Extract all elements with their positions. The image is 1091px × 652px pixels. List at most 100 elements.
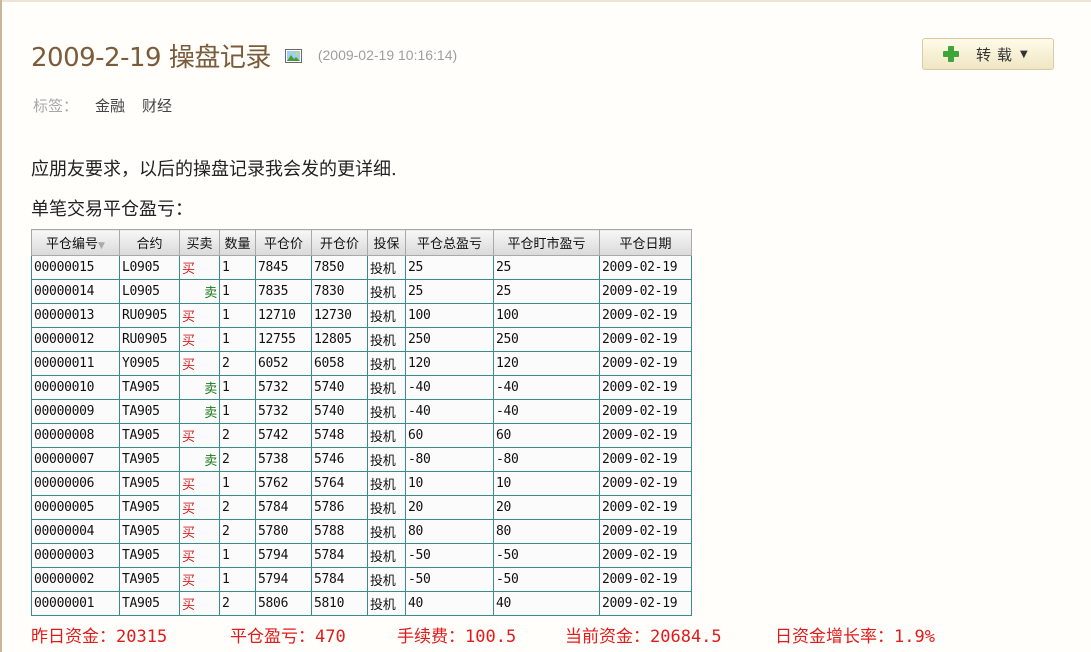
body-paragraph: 单笔交易平仓盈亏： (31, 199, 193, 220)
close-id-cell: 00000005 (31, 495, 120, 520)
hedge-cell: 投机 (367, 375, 406, 400)
plus-icon (942, 45, 960, 63)
mtm-pnl-cell: 120 (493, 351, 600, 376)
side-cell: 买 (179, 519, 220, 544)
hedge-cell: 投机 (367, 543, 406, 568)
column-header[interactable]: 买卖 (179, 229, 220, 256)
close-date-cell: 2009-02-19 (599, 519, 692, 544)
qty-cell: 1 (219, 327, 256, 352)
column-header[interactable]: 合约 (119, 229, 180, 256)
side-cell: 买 (179, 327, 220, 352)
open-price-cell: 5748 (311, 423, 368, 448)
close-date-cell: 2009-02-19 (599, 591, 692, 616)
mtm-pnl-cell: 10 (493, 471, 600, 496)
qty-cell: 2 (219, 351, 256, 376)
summary-growth-rate: 日资金增长率：1.9% (775, 627, 935, 647)
close-price-cell: 7835 (255, 279, 312, 304)
contract-cell: TA905 (119, 567, 180, 592)
close-id-cell: 00000010 (31, 375, 120, 400)
column-header[interactable]: 数量 (219, 229, 256, 256)
total-pnl-cell: -50 (405, 543, 494, 568)
table-body: 00000015 L0905 买 1 7845 7850 投机 25 25 2009-02-19 0… (31, 255, 692, 616)
close-date-cell: 2009-02-19 (599, 447, 692, 472)
side-cell: 买 (179, 471, 220, 496)
table-row[interactable]: 00000003 TA905 买 1 5794 5784 投机 -50 -50 2009-02-1… (31, 543, 692, 568)
close-id-cell: 00000013 (31, 303, 120, 328)
close-date-cell: 2009-02-19 (599, 567, 692, 592)
mtm-pnl-cell: 250 (493, 327, 600, 352)
side-cell: 买 (179, 495, 220, 520)
mtm-pnl-cell: -50 (493, 543, 600, 568)
table-row[interactable]: 00000009 TA905 卖 1 5732 5740 投机 -40 -40 2009-02-1… (31, 399, 692, 424)
repost-label: 转载 (976, 45, 1019, 64)
qty-cell: 1 (219, 399, 256, 424)
side-cell: 买 (179, 423, 220, 448)
close-id-cell: 00000011 (31, 351, 120, 376)
open-price-cell: 6058 (311, 351, 368, 376)
hedge-cell: 投机 (367, 471, 406, 496)
close-price-cell: 12710 (255, 303, 312, 328)
open-price-cell: 5740 (311, 399, 368, 424)
total-pnl-cell: 250 (405, 327, 494, 352)
side-cell: 卖 (179, 279, 220, 304)
total-pnl-cell: -80 (405, 447, 494, 472)
column-header[interactable]: 平仓日期 (599, 229, 692, 256)
repost-button[interactable]: 转载 ▼ (922, 38, 1054, 70)
image-icon[interactable] (284, 48, 302, 63)
caret-down-icon[interactable]: ▼ (1020, 49, 1028, 60)
table-row[interactable]: 00000011 Y0905 买 2 6052 6058 投机 120 120 2009-02-1… (31, 351, 692, 376)
column-header[interactable]: 平仓总盈亏 (405, 229, 494, 256)
qty-cell: 1 (219, 279, 256, 304)
total-pnl-cell: 25 (405, 255, 494, 280)
left-border (0, 0, 2, 652)
hedge-cell: 投机 (367, 567, 406, 592)
column-header[interactable]: 投保 (367, 229, 406, 256)
table-row[interactable]: 00000013 RU0905 买 1 12710 12730 投机 100 100 2009-0… (31, 303, 692, 328)
close-id-cell: 00000002 (31, 567, 120, 592)
hedge-cell: 投机 (367, 327, 406, 352)
close-id-cell: 00000004 (31, 519, 120, 544)
table-header-row: 平仓编号▼ 合约 买卖 数量 平仓价 开仓价 投保 平仓总盈亏 平仓盯市盈亏 平… (31, 229, 692, 256)
mtm-pnl-cell: -80 (493, 447, 600, 472)
table-row[interactable]: 00000010 TA905 卖 1 5732 5740 投机 -40 -40 2009-02-1… (31, 375, 692, 400)
qty-cell: 1 (219, 255, 256, 280)
table-row[interactable]: 00000012 RU0905 买 1 12755 12805 投机 250 250 2009-0… (31, 327, 692, 352)
table-row[interactable]: 00000007 TA905 卖 2 5738 5746 投机 -80 -80 2009-02-1… (31, 447, 692, 472)
column-header[interactable]: 平仓价 (255, 229, 312, 256)
close-date-cell: 2009-02-19 (599, 495, 692, 520)
close-date-cell: 2009-02-19 (599, 327, 692, 352)
contract-cell: TA905 (119, 375, 180, 400)
tags-label: 标签： (33, 97, 79, 115)
column-header[interactable]: 开仓价 (311, 229, 368, 256)
table-row[interactable]: 00000002 TA905 买 1 5794 5784 投机 -50 -50 2009-02-1… (31, 567, 692, 592)
side-cell: 卖 (179, 399, 220, 424)
close-date-cell: 2009-02-19 (599, 351, 692, 376)
qty-cell: 1 (219, 543, 256, 568)
table-row[interactable]: 00000006 TA905 买 1 5762 5764 投机 10 10 2009-02-19 (31, 471, 692, 496)
contract-cell: TA905 (119, 423, 180, 448)
tag-link[interactable]: 财经 (142, 95, 172, 116)
contract-cell: TA905 (119, 519, 180, 544)
qty-cell: 2 (219, 519, 256, 544)
close-id-cell: 00000001 (31, 591, 120, 616)
body-paragraph: 应朋友要求，以后的操盘记录我会发的更详细. (31, 159, 397, 180)
total-pnl-cell: 80 (405, 519, 494, 544)
close-price-cell: 12755 (255, 327, 312, 352)
column-header[interactable]: 平仓编号▼ (31, 229, 120, 256)
contract-cell: TA905 (119, 543, 180, 568)
table-row[interactable]: 00000001 TA905 买 2 5806 5810 投机 40 40 2009-02-19 (31, 591, 692, 616)
contract-cell: TA905 (119, 399, 180, 424)
close-id-cell: 00000008 (31, 423, 120, 448)
table-row[interactable]: 00000015 L0905 买 1 7845 7850 投机 25 25 2009-02-19 (31, 255, 692, 280)
table-row[interactable]: 00000005 TA905 买 2 5784 5786 投机 20 20 2009-02-19 (31, 495, 692, 520)
close-id-cell: 00000009 (31, 399, 120, 424)
table-row[interactable]: 00000008 TA905 买 2 5742 5748 投机 60 60 2009-02-19 (31, 423, 692, 448)
contract-cell: RU0905 (119, 303, 180, 328)
tag-link[interactable]: 金融 (95, 95, 125, 116)
close-price-cell: 5742 (255, 423, 312, 448)
close-id-cell: 00000014 (31, 279, 120, 304)
table-row[interactable]: 00000014 L0905 卖 1 7835 7830 投机 25 25 2009-02-19 (31, 279, 692, 304)
column-header[interactable]: 平仓盯市盈亏 (493, 229, 600, 256)
table-row[interactable]: 00000004 TA905 买 2 5780 5788 投机 80 80 2009-02-19 (31, 519, 692, 544)
close-date-cell: 2009-02-19 (599, 375, 692, 400)
